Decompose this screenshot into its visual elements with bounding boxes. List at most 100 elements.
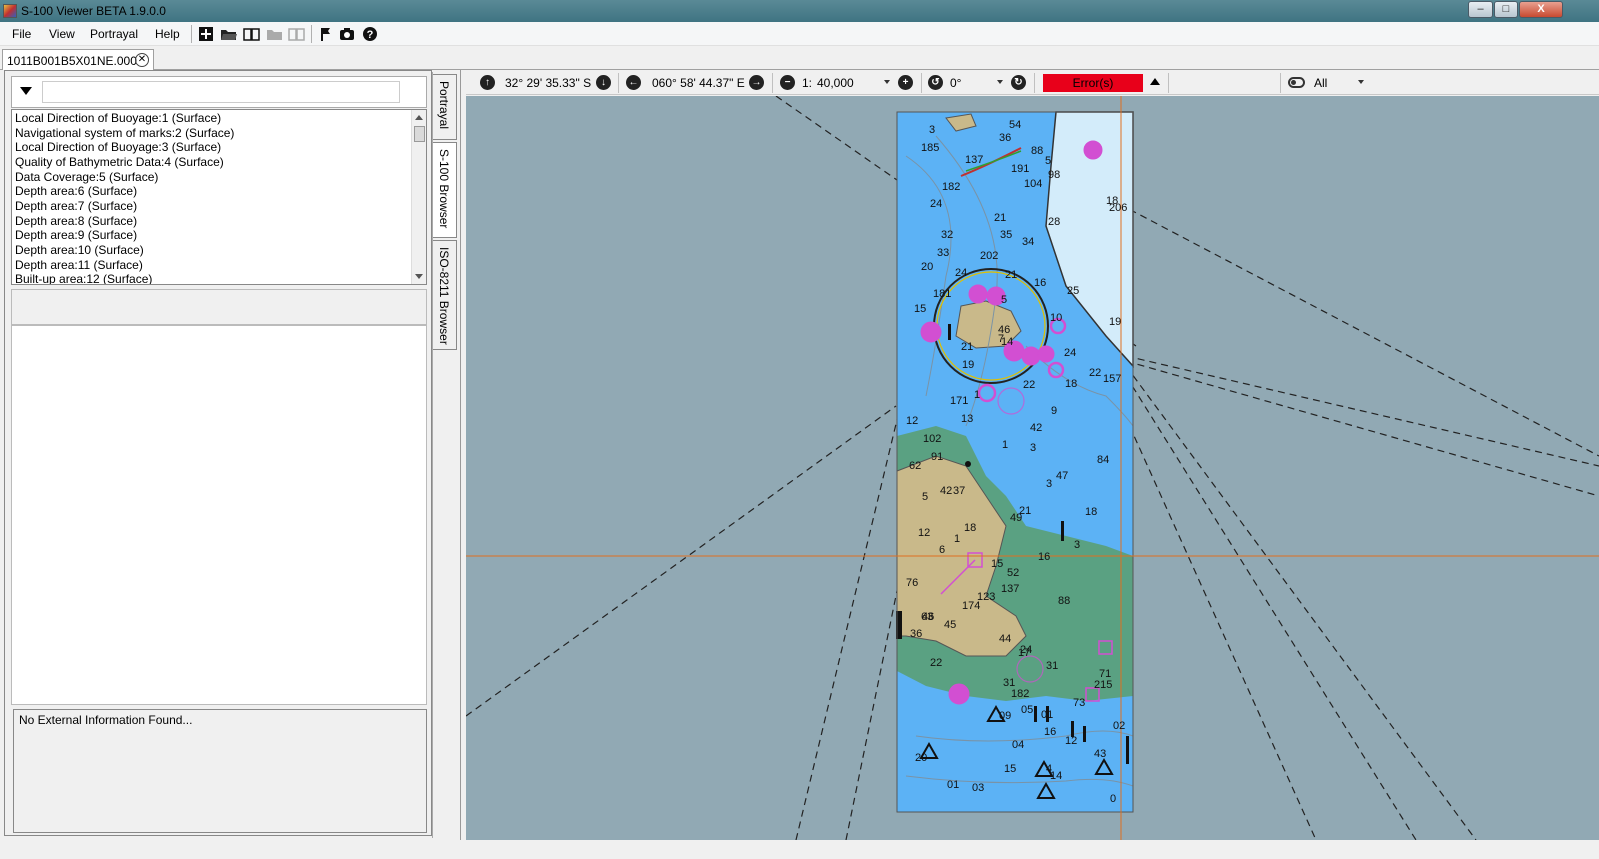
- splitter[interactable]: [460, 70, 464, 840]
- menu-view[interactable]: View: [49, 27, 75, 41]
- list-item[interactable]: Navigational system of marks:2 (Surface): [15, 126, 234, 140]
- scroll-up-icon[interactable]: [415, 115, 423, 120]
- rotate-cw-icon[interactable]: ↻: [1011, 75, 1026, 90]
- list-item[interactable]: Data Coverage:5 (Surface): [15, 170, 158, 184]
- tab-s100-browser[interactable]: S-100 Browser: [433, 142, 457, 238]
- list-item[interactable]: Depth area:10 (Surface): [15, 243, 144, 257]
- minimize-button[interactable]: –: [1468, 1, 1493, 18]
- scroll-thumb[interactable]: [414, 126, 425, 142]
- flag-icon[interactable]: [316, 26, 333, 42]
- depth-sounding: 6: [939, 544, 945, 556]
- filter-dropdown-icon[interactable]: [1358, 80, 1364, 84]
- depth-sounding: 05: [1021, 704, 1033, 716]
- depth-sounding: 03: [972, 782, 984, 794]
- depth-sounding: 3: [1030, 442, 1036, 454]
- maximize-button[interactable]: □: [1494, 1, 1518, 18]
- depth-sounding: 5: [1001, 294, 1007, 306]
- add-icon[interactable]: [197, 26, 214, 42]
- depth-sounding: 36: [999, 132, 1011, 144]
- toolbar-separator: [921, 73, 922, 93]
- scale-dropdown-icon[interactable]: [884, 80, 890, 84]
- menu-file[interactable]: File: [12, 27, 31, 41]
- close-button[interactable]: X: [1519, 1, 1563, 18]
- display-filter[interactable]: All: [1314, 76, 1327, 90]
- depth-sounding: 185: [921, 142, 939, 154]
- rotation-field[interactable]: 0°: [950, 76, 961, 90]
- tab-s100-browser-label: S-100 Browser: [437, 149, 451, 229]
- depth-sounding: 21: [961, 341, 973, 353]
- depth-sounding: 215: [1094, 679, 1112, 691]
- error-expand-icon[interactable]: [1150, 78, 1160, 85]
- list-item[interactable]: Depth area:7 (Surface): [15, 199, 137, 213]
- scroll-down-icon[interactable]: [415, 274, 423, 279]
- depth-sounding: 36: [910, 628, 922, 640]
- longitude-field[interactable]: 060° 58' 44.37" E: [652, 76, 745, 90]
- book-icon[interactable]: [243, 26, 260, 42]
- depth-sounding: 18: [964, 522, 976, 534]
- list-item[interactable]: Local Direction of Buoyage:1 (Surface): [15, 111, 221, 125]
- arrow-left-icon[interactable]: ←: [626, 75, 641, 90]
- depth-sounding: 04: [1012, 739, 1024, 751]
- arrow-up-icon[interactable]: ↑: [480, 75, 495, 90]
- chart-map[interactable]: 54 3 36 185 88 137 5 191 98 104 182 18 24 206 21 28 32 35…: [466, 96, 1599, 840]
- menu-portrayal[interactable]: Portrayal: [90, 27, 138, 41]
- filter-row: [11, 76, 427, 108]
- tab-portrayal[interactable]: Portrayal: [433, 74, 457, 140]
- scale-field[interactable]: 40,000: [817, 76, 854, 90]
- error-indicator[interactable]: Error(s): [1043, 74, 1143, 92]
- toolbar-separator: [1034, 73, 1035, 93]
- depth-sounding: 18: [1085, 506, 1097, 518]
- depth-sounding: 22: [1089, 367, 1101, 379]
- arrow-right-icon[interactable]: →: [749, 75, 764, 90]
- open-folder-icon[interactable]: [220, 26, 237, 42]
- depth-sounding: 34: [1022, 236, 1034, 248]
- close-tab-icon[interactable]: ✕: [135, 53, 149, 67]
- depth-sounding: 171: [950, 395, 968, 407]
- list-item[interactable]: Local Direction of Buoyage:3 (Surface): [15, 140, 221, 154]
- toolbar-separator: [618, 73, 619, 93]
- depth-sounding: 181: [933, 288, 951, 300]
- arrow-down-icon[interactable]: ↓: [596, 75, 611, 90]
- camera-icon[interactable]: [338, 26, 355, 42]
- list-item[interactable]: Depth area:9 (Surface): [15, 228, 137, 242]
- document-tab[interactable]: 1011B001B5X01NE.000 ✕: [2, 49, 154, 70]
- list-item[interactable]: Depth area:8 (Surface): [15, 214, 137, 228]
- rotate-ccw-icon[interactable]: ↺: [928, 75, 943, 90]
- tab-iso8211-browser[interactable]: ISO-8211 Browser: [433, 240, 457, 350]
- document-tab-label: 1011B001B5X01NE.000: [7, 54, 137, 68]
- list-item[interactable]: Depth area:11 (Surface): [15, 258, 143, 272]
- scale-prefix: 1:: [802, 76, 813, 90]
- svg-text:?: ?: [366, 29, 373, 41]
- window-title: S-100 Viewer BETA 1.9.0.0: [21, 4, 166, 18]
- toolbar-separator: [191, 25, 192, 43]
- folder-disabled-icon: [266, 26, 283, 42]
- depth-sounding: 32: [941, 229, 953, 241]
- zoom-in-icon[interactable]: +: [898, 75, 913, 90]
- filter-dropdown-icon[interactable]: [20, 87, 32, 95]
- toggle-icon[interactable]: [1288, 77, 1305, 88]
- list-item[interactable]: Built-up area:12 (Surface): [15, 272, 152, 284]
- app-icon: [3, 4, 17, 18]
- zoom-out-icon[interactable]: −: [780, 75, 795, 90]
- filter-input[interactable]: [42, 81, 400, 103]
- depth-sounding: 10: [1050, 312, 1062, 324]
- depth-sounding: 01: [947, 779, 959, 791]
- feature-list[interactable]: Local Direction of Buoyage:1 (Surface) N…: [11, 109, 427, 285]
- depth-sounding: 14: [1050, 770, 1062, 782]
- rotation-dropdown-icon[interactable]: [997, 80, 1003, 84]
- help-icon[interactable]: ?: [361, 26, 378, 42]
- depth-sounding: 88: [1031, 145, 1043, 157]
- depth-sounding: 25: [1067, 285, 1079, 297]
- list-item[interactable]: Depth area:6 (Surface): [15, 184, 137, 198]
- depth-sounding: 137: [1001, 583, 1019, 595]
- depth-sounding: 157: [1103, 373, 1121, 385]
- tab-iso8211-browser-label: ISO-8211 Browser: [437, 247, 451, 345]
- list-item[interactable]: Quality of Bathymetric Data:4 (Surface): [15, 155, 224, 169]
- menu-help[interactable]: Help: [155, 27, 180, 41]
- depth-sounding: 104: [1024, 178, 1042, 190]
- depth-sounding: 14: [1001, 336, 1013, 348]
- feature-list-scrollbar[interactable]: [411, 110, 426, 284]
- latitude-field[interactable]: 32° 29' 35.33" S: [505, 76, 591, 90]
- depth-sounding: 35: [1000, 229, 1012, 241]
- nautical-chart[interactable]: 54336185 88137 5191 981041821824 20621 2832 35…: [466, 96, 1599, 840]
